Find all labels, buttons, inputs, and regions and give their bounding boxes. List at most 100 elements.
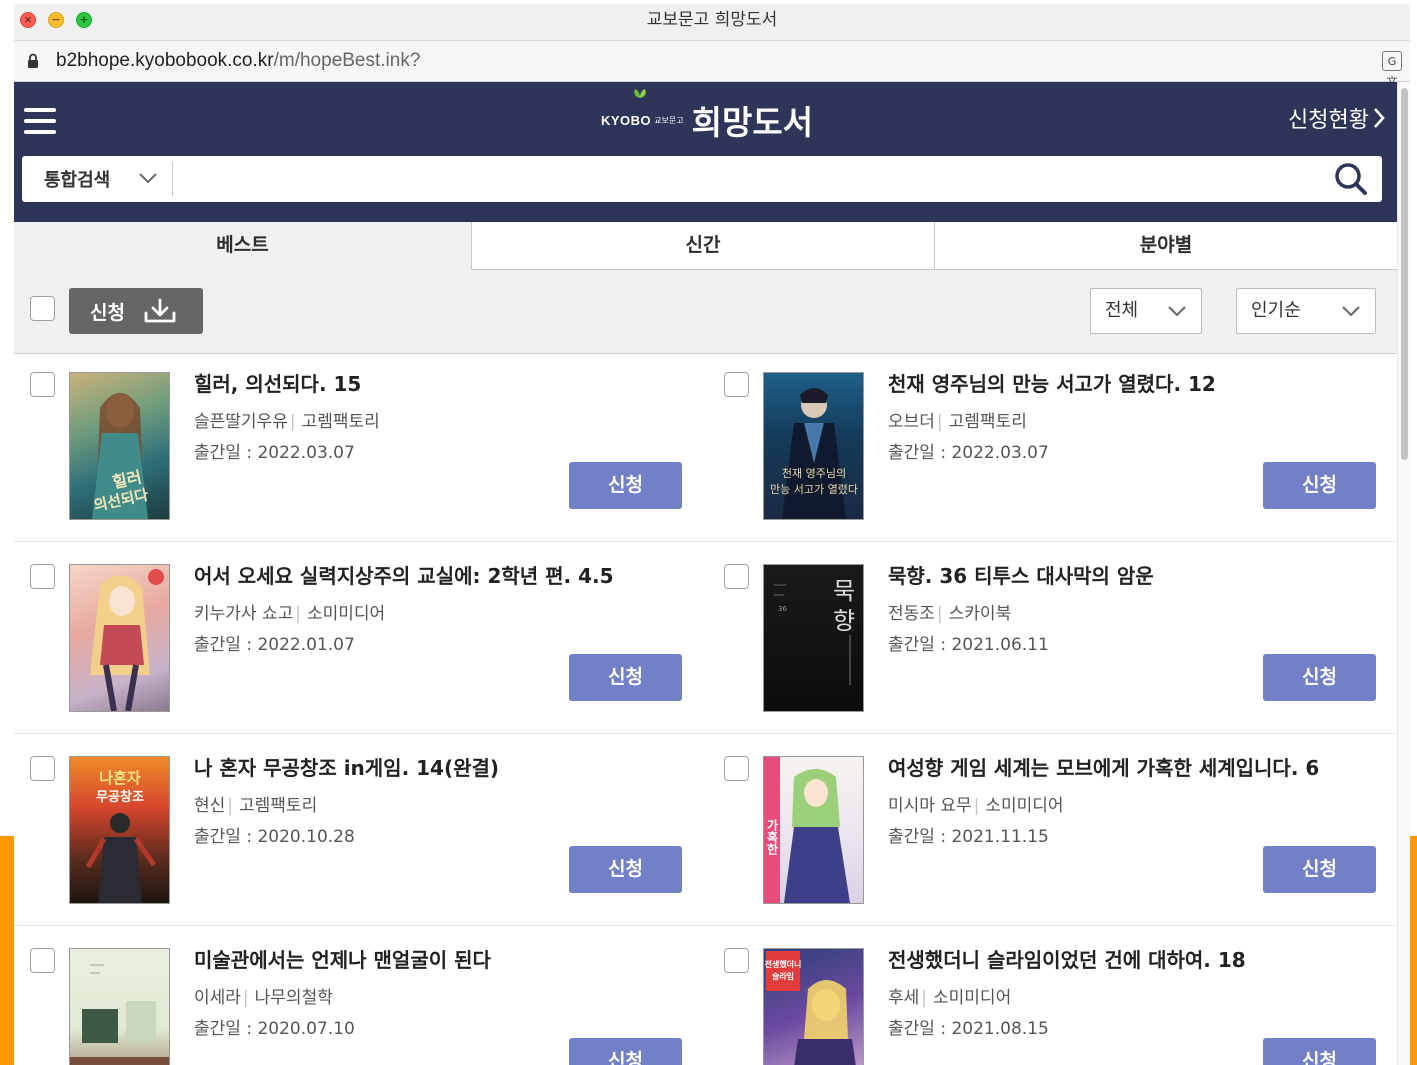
title-bar: × − + 교보문고 희망도서 [14, 4, 1410, 40]
book-cover[interactable] [69, 948, 170, 1065]
apply-selected-label: 신청 [90, 301, 125, 324]
book-meta: 후세 | 소미미디어 [888, 988, 1012, 1008]
screen-frame-left [0, 836, 14, 1065]
book-cover[interactable]: 묵 향 36 [763, 564, 864, 712]
svg-text:천재 영주님의: 천재 영주님의 [782, 466, 846, 480]
book-publisher: 고렘팩토리 [948, 412, 1027, 432]
book-cover[interactable]: 천재 영주님의 만능 서고가 열렸다 [763, 372, 864, 520]
tab-new[interactable]: 신간 [471, 222, 934, 270]
book-title[interactable]: 천재 영주님의 만능 서고가 열렸다. 12 [888, 368, 1216, 397]
url-text[interactable]: b2bhope.kyobobook.co.kr/m/hopeBest.ink? [56, 41, 420, 81]
filter-select[interactable]: 전체 [1090, 288, 1202, 334]
book-checkbox[interactable] [30, 372, 55, 397]
status-link-label: 신청현황 [1288, 108, 1369, 133]
book-item: 천재 영주님의 만능 서고가 열렸다 천재 영주님의 만능 서고가 열렸다. 1… [708, 350, 1388, 542]
book-cover[interactable]: 나혼자 무공창조 [69, 756, 170, 904]
book-title[interactable]: 어서 오세요 실력지상주의 교실에: 2학년 편. 4.5 [194, 560, 614, 589]
book-title[interactable]: 전생했더니 슬라임이었던 건에 대하여. 18 [888, 944, 1246, 973]
site-header: KYOBO 교보문고 희망도서 신청현황 통합검색 [14, 82, 1397, 222]
apply-button[interactable]: 신청 [569, 846, 682, 893]
book-pub-date: 출간일 : 2020.10.28 [194, 827, 355, 847]
search-bar: 통합검색 [22, 156, 1382, 202]
book-checkbox[interactable] [724, 372, 749, 397]
book-title[interactable]: 나 혼자 무공창조 in게임. 14(완결) [194, 752, 499, 781]
book-checkbox[interactable] [724, 564, 749, 589]
window-title: 교보문고 희망도서 [646, 10, 778, 30]
sort-label: 인기순 [1251, 300, 1301, 321]
book-pub-date: 출간일 : 2021.08.15 [888, 1019, 1049, 1039]
apply-button[interactable]: 신청 [569, 654, 682, 701]
book-item: 나혼자 무공창조 나 혼자 무공창조 in게임. 14(완결) 현신 | 고렘팩토리… [14, 734, 694, 926]
book-author: 미시마 요무 [888, 796, 972, 816]
book-title[interactable]: 묵향. 36 티투스 대사막의 암운 [888, 560, 1154, 589]
page-scrollbar[interactable] [1397, 82, 1410, 1065]
book-meta: 오브더 | 고렘팩토리 [888, 412, 1027, 432]
url-host: b2bhope.kyobobook.co.kr [56, 50, 274, 71]
svg-text:나혼자: 나혼자 [99, 769, 141, 787]
book-row: 나혼자 무공창조 나 혼자 무공창조 in게임. 14(완결) 현신 | 고렘팩토리… [14, 734, 1397, 926]
book-title[interactable]: 힐러, 의선되다. 15 [194, 368, 361, 397]
search-divider [172, 162, 173, 196]
svg-text:향: 향 [833, 607, 855, 635]
tab-category[interactable]: 분야별 [934, 222, 1397, 270]
book-cover[interactable] [69, 564, 170, 712]
apply-button[interactable]: 신청 [1263, 654, 1376, 701]
book-checkbox[interactable] [30, 948, 55, 973]
search-scope-select[interactable]: 통합검색 [22, 156, 172, 202]
search-icon[interactable] [1334, 162, 1368, 196]
svg-text:슬라임: 슬라임 [772, 971, 794, 981]
book-item: 전생했더니 슬라임 전생했더니 슬라임이었던 건에 대하여. 18 후세 | 소미미… [708, 926, 1388, 1065]
book-item: 미술관에서는 언제나 맨얼굴이 된다 이세라 | 나무의철학 출간일 : 2020.… [14, 926, 694, 1065]
translate-icon[interactable]: G文 [1382, 51, 1402, 88]
book-pub-date: 출간일 : 2022.03.07 [888, 443, 1049, 463]
book-title[interactable]: 여성향 게임 세계는 모브에게 가혹한 세계입니다. 6 [888, 752, 1319, 781]
scrollbar-thumb[interactable] [1401, 88, 1408, 460]
book-checkbox[interactable] [30, 756, 55, 781]
book-publisher: 소미미디어 [985, 796, 1064, 816]
book-author: 현신 [194, 796, 226, 816]
sort-select[interactable]: 인기순 [1236, 288, 1376, 334]
book-cover[interactable]: 힐러 의선되다 [69, 372, 170, 520]
book-item: 가혹한 여성향 게임 세계는 모브에게 가혹한 세계입니다. 6 미시마 요무 |… [708, 734, 1388, 926]
apply-button[interactable]: 신청 [1263, 1038, 1376, 1065]
chevron-down-icon [139, 173, 157, 184]
leaf-icon [634, 89, 646, 98]
menu-icon[interactable] [24, 108, 56, 134]
book-author: 전동조 [888, 604, 935, 624]
apply-button[interactable]: 신청 [1263, 462, 1376, 509]
apply-button[interactable]: 신청 [569, 1038, 682, 1065]
book-checkbox[interactable] [30, 564, 55, 589]
list-toolbar: 신청 전체 인기순 [14, 270, 1397, 354]
book-publisher: 나무의철학 [254, 988, 333, 1008]
apply-selected-button[interactable]: 신청 [69, 288, 203, 334]
book-cover[interactable]: 가혹한 [763, 756, 864, 904]
book-checkbox[interactable] [724, 756, 749, 781]
address-bar[interactable]: b2bhope.kyobobook.co.kr/m/hopeBest.ink? … [14, 40, 1410, 88]
book-author: 키누가사 쇼고 [194, 604, 294, 624]
book-meta: 미시마 요무 | 소미미디어 [888, 796, 1064, 816]
book-meta: 현신 | 고렘팩토리 [194, 796, 318, 816]
tab-best[interactable]: 베스트 [14, 222, 471, 270]
logo-brand: KYOBO [601, 112, 652, 128]
book-publisher: 소미미디어 [306, 604, 386, 624]
book-meta: 키누가사 쇼고 | 소미미디어 [194, 604, 386, 624]
book-pub-date: 출간일 : 2021.11.15 [888, 827, 1049, 847]
chevron-down-icon [1168, 306, 1186, 317]
apply-button[interactable]: 신청 [569, 462, 682, 509]
book-title[interactable]: 미술관에서는 언제나 맨얼굴이 된다 [194, 944, 491, 973]
book-meta: 전동조 | 스카이북 [888, 604, 1012, 624]
book-row: 힐러 의선되다 힐러, 의선되다. 15 슬픈딸기우유 | 고렘팩토리 출간일 : … [14, 350, 1397, 542]
chevron-down-icon [1342, 306, 1360, 317]
search-input[interactable] [182, 160, 1316, 200]
svg-text:가혹한: 가혹한 [765, 818, 779, 856]
book-checkbox[interactable] [724, 948, 749, 973]
application-status-link[interactable]: 신청현황 [1288, 102, 1385, 134]
svg-text:36: 36 [778, 605, 787, 613]
book-publisher: 고렘팩토리 [301, 412, 380, 432]
apply-button[interactable]: 신청 [1263, 846, 1376, 893]
select-all-checkbox[interactable] [30, 296, 55, 321]
svg-text:묵: 묵 [833, 577, 855, 605]
book-pub-date: 출간일 : 2020.07.10 [194, 1019, 355, 1039]
book-cover[interactable]: 전생했더니 슬라임 [763, 948, 864, 1065]
site-logo[interactable]: KYOBO 교보문고 희망도서 [601, 89, 813, 142]
